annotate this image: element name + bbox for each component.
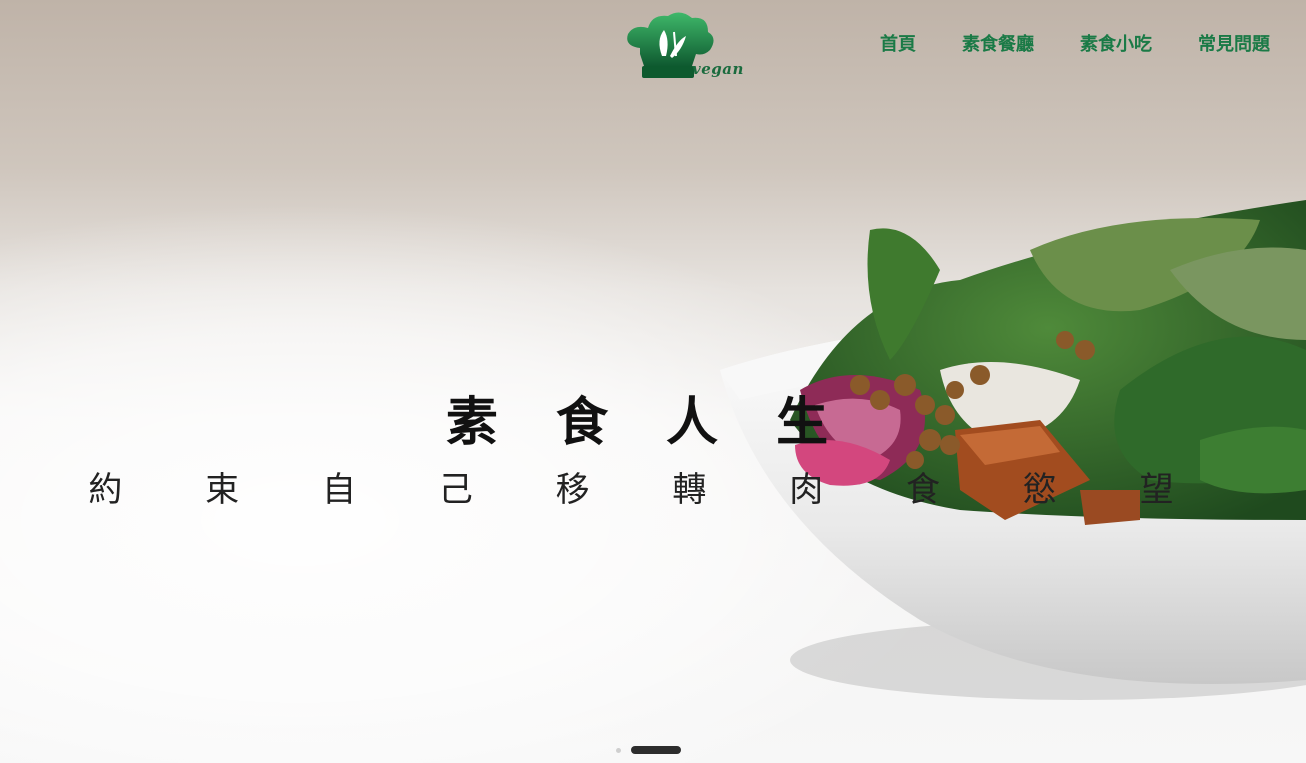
nav-item-vegetarian-restaurants[interactable]: 素食餐廳 [962,30,1034,56]
hero-title-text: 素 食 人 生 [445,392,849,453]
nav-item-faq[interactable]: 常見問題 [1198,30,1270,56]
main-nav: 首頁 素食餐廳 素食小吃 常見問題 [880,30,1270,56]
carousel-indicator-2-active[interactable] [631,746,681,754]
chef-hat-icon [627,12,714,78]
carousel-indicators [616,746,681,754]
vegan-logo[interactable]: vegan [620,10,750,90]
hero-subtitle: 約 束 自 己 移 轉 肉 食 慾 望 [0,462,1306,511]
hero-title: 素 食 人 生 [0,380,1306,455]
carousel-indicator-1[interactable] [616,747,621,753]
nav-item-home[interactable]: 首頁 [880,30,916,56]
logo-text: vegan [692,60,744,78]
hero-subtitle-text: 約 束 自 己 移 轉 肉 食 慾 望 [88,470,1210,510]
nav-item-vegetarian-snacks[interactable]: 素食小吃 [1080,30,1152,56]
